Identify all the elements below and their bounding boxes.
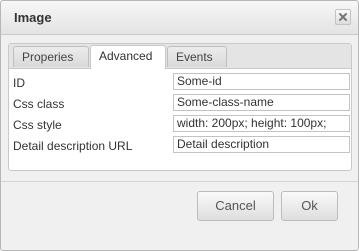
css-style-input[interactable]: width: 200px; height: 100px; [173,115,350,132]
tab-advanced[interactable]: Advanced [90,45,166,69]
image-dialog: Image Properies Advanced Events ID Some-… [0,0,359,251]
field-row-id: ID Some-id [9,73,351,93]
detail-description-url-label: Detail description URL [13,139,133,153]
css-style-label: Css style [13,118,62,132]
dialog-titlebar[interactable]: Image [1,1,358,35]
cancel-button[interactable]: Cancel [197,191,274,221]
close-button[interactable] [335,9,351,25]
tab-events[interactable]: Events [167,46,227,67]
id-label: ID [13,76,25,90]
ok-button[interactable]: Ok [281,191,338,221]
css-class-input[interactable]: Some-class-name [173,94,350,111]
close-x-icon [339,13,347,21]
dialog-title: Image [14,10,52,25]
css-class-label: Css class [13,97,65,111]
field-row-css-class: Css class Some-class-name [9,94,351,114]
tab-strip: Properies Advanced Events [9,44,351,69]
tab-properies[interactable]: Properies [13,46,89,67]
field-row-detail-url: Detail description URL Detail descriptio… [9,136,351,156]
id-input[interactable]: Some-id [173,73,350,90]
footer-divider [1,181,358,182]
detail-description-url-input[interactable]: Detail description [173,136,350,153]
field-row-css-style: Css style width: 200px; height: 100px; [9,115,351,135]
tab-panel: Properies Advanced Events ID Some-id Css… [8,43,352,171]
